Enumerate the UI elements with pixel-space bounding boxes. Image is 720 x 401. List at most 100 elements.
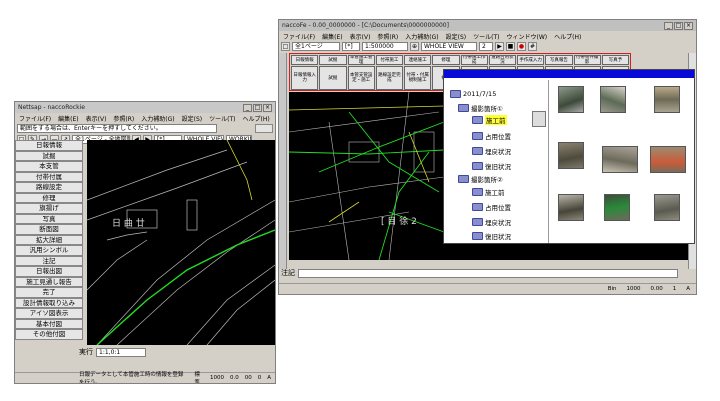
side-button[interactable]: 本支管 [15, 161, 83, 172]
side-button[interactable]: アイソ図表示 [15, 308, 83, 319]
photo-thumbnail[interactable] [604, 194, 630, 221]
menu-settings[interactable]: 設定(S) [182, 114, 203, 123]
photo-thumbnail[interactable] [654, 194, 680, 221]
menu-file[interactable]: ファイル(F) [283, 32, 315, 41]
stop-icon[interactable]: ■ [506, 42, 515, 51]
tree-date-node[interactable]: 2011/7/15 [450, 90, 496, 98]
minimize-icon[interactable]: _ [243, 103, 252, 112]
side-button[interactable]: 付帯付属 [15, 171, 83, 182]
play-icon[interactable]: ▶ [495, 42, 504, 51]
tree-group-node[interactable]: 撮影箇所② [458, 174, 503, 184]
cmd-button[interactable]: 連絡施工 [404, 55, 432, 65]
maximize-icon[interactable]: □ [253, 103, 262, 112]
menu-view[interactable]: 表示(V) [86, 114, 107, 123]
side-button[interactable]: 基本付図 [15, 318, 83, 329]
menu-input-assist[interactable]: 入力補助(G) [141, 114, 174, 123]
menu-help[interactable]: ヘルプ(H) [554, 32, 581, 41]
scale-select[interactable]: 1:500000 [362, 42, 408, 51]
status-value: 00 [244, 375, 252, 381]
photo-thumbnail[interactable] [650, 146, 686, 173]
photo-thumbnail[interactable] [600, 86, 626, 113]
cmd-button[interactable]: 試掘 [319, 66, 347, 90]
side-button[interactable]: 完了 [15, 287, 83, 298]
menu-reference[interactable]: 参照(R) [377, 32, 398, 41]
tree-leaf-node[interactable]: 埋戻状況 [472, 217, 511, 227]
tree-group-label: 撮影箇所② [471, 176, 503, 184]
menu-reference[interactable]: 参照(R) [113, 114, 134, 123]
cmd-button[interactable]: 路線設定完成 [375, 66, 403, 90]
cmd-button[interactable]: 本管支管設定・施工 [347, 66, 375, 90]
cmd-button[interactable]: 本管施工管理 [347, 55, 375, 65]
cmd-button[interactable]: 付帯・付属規制施工 [404, 66, 432, 90]
cmd-button[interactable]: 付帯物件撮影 [573, 55, 601, 65]
side-button[interactable]: 旗揚げ [15, 203, 83, 214]
menu-bar: ファイル(F) 編集(E) 表示(V) 参照(R) 入力補助(G) 設定(S) … [279, 31, 696, 41]
cmd-button[interactable]: 写真予 [601, 55, 629, 65]
cmd-button[interactable]: 試掘 [319, 55, 347, 65]
menu-edit[interactable]: 編集(E) [322, 32, 342, 41]
command-input[interactable] [298, 268, 678, 278]
side-button[interactable]: 注記 [15, 255, 83, 266]
cmd-button[interactable]: 修理 [432, 55, 460, 65]
side-button[interactable]: 汎用シンボル [15, 245, 83, 256]
side-button[interactable]: 拡大詳細 [15, 234, 83, 245]
maximize-icon[interactable]: □ [674, 21, 683, 30]
layer-select[interactable]: [*] [342, 42, 360, 51]
prompt-action-button[interactable] [255, 124, 273, 133]
tree-group-node[interactable]: 撮影箇所① [458, 103, 503, 113]
coord-field[interactable]: 1:1,0:1 [96, 347, 146, 357]
grid-icon[interactable]: # [528, 42, 537, 51]
side-button[interactable]: 修理 [15, 192, 83, 203]
menu-window[interactable]: ウィンドウ(W) [506, 32, 547, 41]
photo-thumbnail[interactable] [558, 142, 584, 169]
side-button[interactable]: 施工見通し報告 [15, 276, 83, 287]
side-button[interactable]: 試掘 [15, 150, 83, 161]
toolbar: □ 全1ページ [*] 1:500000 ⊕ WHOLE VIEW 2 ▶ ■ … [279, 41, 696, 52]
menu-help[interactable]: ヘルプ(H) [242, 114, 269, 123]
photo-thumbnail[interactable] [558, 86, 584, 113]
tree-leaf-node[interactable]: 復旧状況 [472, 231, 511, 241]
cmd-button[interactable]: 日報情報入力 [291, 66, 319, 90]
tree-leaf-node[interactable]: 埋戻状況 [472, 146, 511, 156]
close-icon[interactable]: × [263, 103, 272, 112]
tree-leaf-node[interactable]: 施工前 [472, 187, 505, 197]
menu-input-assist[interactable]: 入力補助(G) [405, 32, 438, 41]
side-button[interactable]: 設計情報取り込み [15, 297, 83, 308]
back-window-titlebar[interactable]: Nettsap - naccoRockie _ □ × [15, 102, 275, 113]
photo-thumbnail[interactable] [602, 146, 638, 173]
page-select[interactable]: 全1ページ [292, 42, 340, 51]
record-icon[interactable]: ● [517, 42, 526, 51]
view-select[interactable]: WHOLE VIEW [421, 42, 477, 51]
count-field[interactable]: 2 [479, 42, 493, 51]
menu-file[interactable]: ファイル(F) [19, 114, 51, 123]
front-window-titlebar[interactable]: naccoFe - 0.00_0000000 - [C:\Documents\0… [279, 20, 696, 31]
cmd-button[interactable]: 付帯施工 [375, 55, 403, 65]
close-icon[interactable]: × [684, 21, 693, 30]
photo-thumbnail[interactable] [558, 194, 584, 221]
tree-leaf-node[interactable]: 施工前 [472, 115, 507, 125]
cmd-button[interactable]: 手作成入力 [517, 55, 545, 65]
cmd-button[interactable]: 付帯施工作成 [460, 55, 488, 65]
cmd-button[interactable]: 日報情報 [291, 55, 319, 65]
back-cad-canvas[interactable]: 日 曲 廿 [86, 139, 275, 346]
zoom-icon[interactable]: ⊕ [410, 42, 419, 51]
menu-tools[interactable]: ツール(T) [473, 32, 499, 41]
menu-view[interactable]: 表示(V) [350, 32, 371, 41]
side-button[interactable]: 路線設定 [15, 182, 83, 193]
new-icon[interactable]: □ [281, 42, 290, 51]
menu-tools[interactable]: ツール(T) [209, 114, 235, 123]
side-button[interactable]: 日報出図 [15, 266, 83, 277]
tree-leaf-node[interactable]: 占用位置 [472, 202, 511, 212]
tree-leaf-node[interactable]: 復旧状況 [472, 161, 511, 171]
tree-leaf-node[interactable]: 占用位置 [472, 131, 511, 141]
menu-settings[interactable]: 設定(S) [446, 32, 467, 41]
side-button[interactable]: 写真 [15, 213, 83, 224]
side-button[interactable]: 日報情報 [15, 140, 83, 151]
menu-edit[interactable]: 編集(E) [58, 114, 78, 123]
side-button[interactable]: その他付図 [15, 329, 83, 340]
side-button[interactable]: 断面図 [15, 224, 83, 235]
cmd-button[interactable]: 道路占用状況 [488, 55, 516, 65]
photo-thumbnail[interactable] [654, 86, 680, 113]
cmd-button[interactable]: 写真報告 [545, 55, 573, 65]
minimize-icon[interactable]: _ [664, 21, 673, 30]
